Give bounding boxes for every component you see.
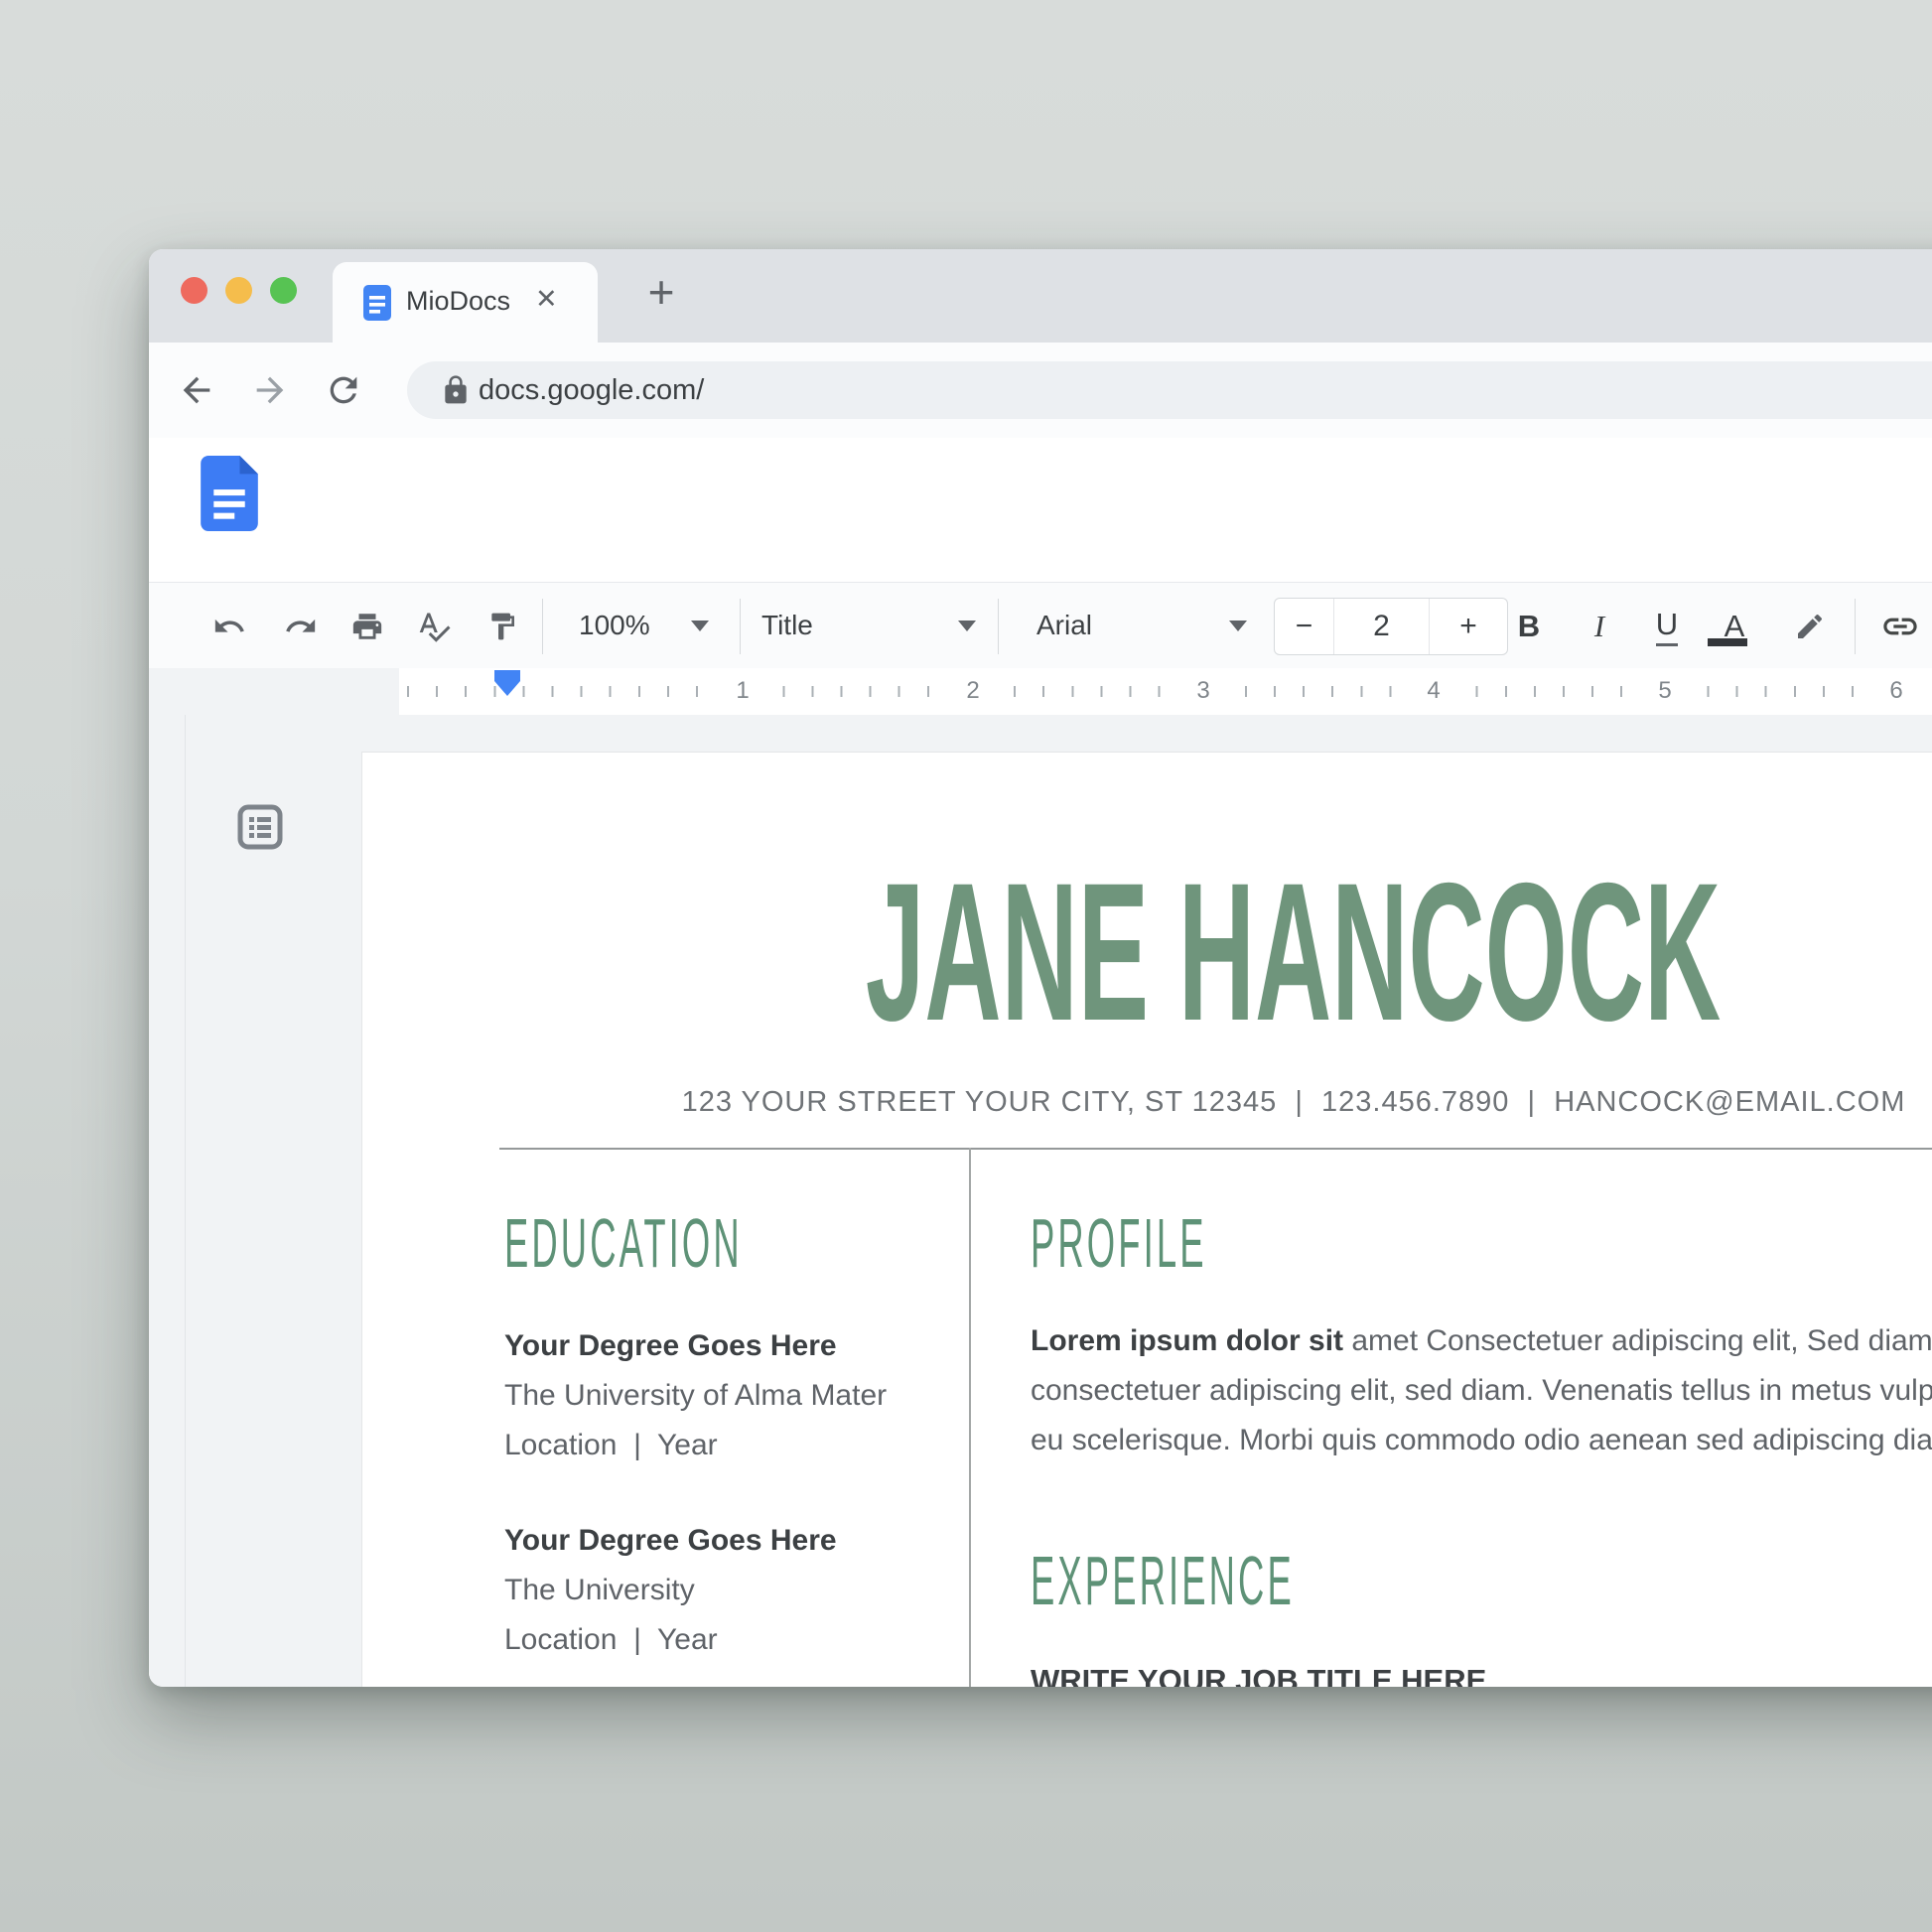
resume-contact-line: 123 YOUR STREET YOUR CITY, ST 12345 | 12… [362, 1086, 1932, 1119]
experience-job-title: WRITE YOUR JOB TITLE HERE [1031, 1663, 1486, 1687]
degree-line: Your Degree Goes Here [504, 1516, 837, 1566]
degree-line: Your Degree Goes Here [504, 1321, 887, 1371]
zoom-caret-icon[interactable] [691, 621, 709, 631]
tab-miodocs[interactable]: MioDocs ✕ [333, 262, 598, 343]
bold-button[interactable]: B [1507, 605, 1551, 648]
italic-button[interactable]: I [1578, 605, 1621, 648]
profile-paragraph: Lorem ipsum dolor sit amet Consectetuer … [1031, 1316, 1932, 1465]
ruler-mark-1: 1 [723, 677, 762, 705]
docs-file-icon [362, 284, 392, 322]
tab-title: MioDocs [406, 286, 510, 317]
tab-close-icon[interactable]: ✕ [535, 284, 558, 315]
font-select[interactable]: Arial [1036, 610, 1092, 641]
font-size-value[interactable]: 2 [1334, 599, 1429, 654]
education-entry-1: Your Degree Goes Here The University of … [504, 1321, 887, 1470]
back-icon[interactable] [177, 370, 216, 410]
profile-heading: PROFILE [1031, 1208, 1370, 1278]
document-page[interactable]: JANE HANCOCK 123 YOUR STREET YOUR CITY, … [362, 753, 1932, 1687]
lock-icon[interactable] [440, 374, 472, 406]
increase-font-size-button[interactable]: + [1429, 599, 1507, 654]
address-bar[interactable]: docs.google.com/ [407, 361, 1932, 419]
column-divider-line [969, 1148, 971, 1687]
ruler-mark-6: 6 [1876, 677, 1916, 705]
education-heading: EDUCATION [504, 1208, 962, 1278]
toolbar-separator [542, 599, 543, 654]
insert-link-icon[interactable] [1878, 605, 1922, 648]
paragraph-style-select[interactable]: Title [761, 610, 813, 641]
school-line: The University [504, 1566, 837, 1615]
toolbar-separator [740, 599, 741, 654]
reload-icon[interactable] [324, 370, 363, 410]
google-docs-icon[interactable] [201, 456, 258, 531]
minimize-window-button[interactable] [225, 277, 252, 304]
canvas-edge-line [185, 715, 186, 1687]
ruler-ticks [407, 686, 1932, 697]
document-canvas: JANE HANCOCK 123 YOUR STREET YOUR CITY, … [149, 715, 1932, 1687]
toolbar-separator [998, 599, 999, 654]
ruler-mark-5: 5 [1645, 677, 1685, 705]
redo-icon[interactable] [279, 605, 323, 648]
spellcheck-icon[interactable] [412, 605, 456, 648]
docs-toolbar: 100% Title Arial − 2 + B I U A [149, 582, 1932, 670]
resume-name: JANE HANCOCK [362, 854, 1932, 1050]
ruler-mark-4: 4 [1414, 677, 1453, 705]
zoom-window-button[interactable] [270, 277, 297, 304]
indent-marker[interactable] [494, 670, 520, 696]
tab-strip: MioDocs ✕ + [149, 249, 1932, 343]
text-color-button[interactable]: A [1713, 605, 1756, 648]
style-caret-icon[interactable] [958, 621, 976, 631]
forward-icon[interactable] [250, 370, 290, 410]
ruler-mark-3: 3 [1183, 677, 1223, 705]
location-year: Location | Year [504, 1421, 887, 1470]
document-outline-icon[interactable] [236, 803, 284, 851]
education-entry-2: Your Degree Goes Here The University Loc… [504, 1516, 837, 1665]
print-icon[interactable] [345, 605, 389, 648]
location-year: Location | Year [504, 1615, 837, 1665]
browser-navbar: docs.google.com/ [149, 343, 1932, 439]
docs-header: MioDocs Google Docs Resume Template File… [149, 438, 1932, 582]
school-line: The University of Alma Mater [504, 1371, 887, 1421]
header-divider-line [499, 1148, 1932, 1150]
horizontal-ruler[interactable]: 1 2 3 4 5 6 [149, 668, 1932, 716]
ruler-mark-2: 2 [953, 677, 993, 705]
browser-window: MioDocs ✕ + docs.google.com/ [149, 249, 1932, 1687]
undo-icon[interactable] [207, 605, 251, 648]
new-tab-button[interactable]: + [631, 263, 691, 323]
ruler-margin-area [149, 668, 399, 715]
toolbar-separator [1855, 599, 1856, 654]
underline-button[interactable]: U [1645, 605, 1689, 648]
experience-heading: EXPERIENCE [1031, 1546, 1538, 1615]
font-size-control: − 2 + [1274, 598, 1508, 655]
decrease-font-size-button[interactable]: − [1275, 599, 1334, 654]
paint-format-icon[interactable] [481, 605, 524, 648]
zoom-select[interactable]: 100% [579, 610, 650, 641]
url-text: docs.google.com/ [479, 374, 704, 407]
close-window-button[interactable] [181, 277, 207, 304]
screenshot-stage: MioDocs ✕ + docs.google.com/ [0, 0, 1932, 1932]
font-caret-icon[interactable] [1229, 621, 1247, 631]
highlight-color-icon[interactable] [1788, 605, 1832, 648]
